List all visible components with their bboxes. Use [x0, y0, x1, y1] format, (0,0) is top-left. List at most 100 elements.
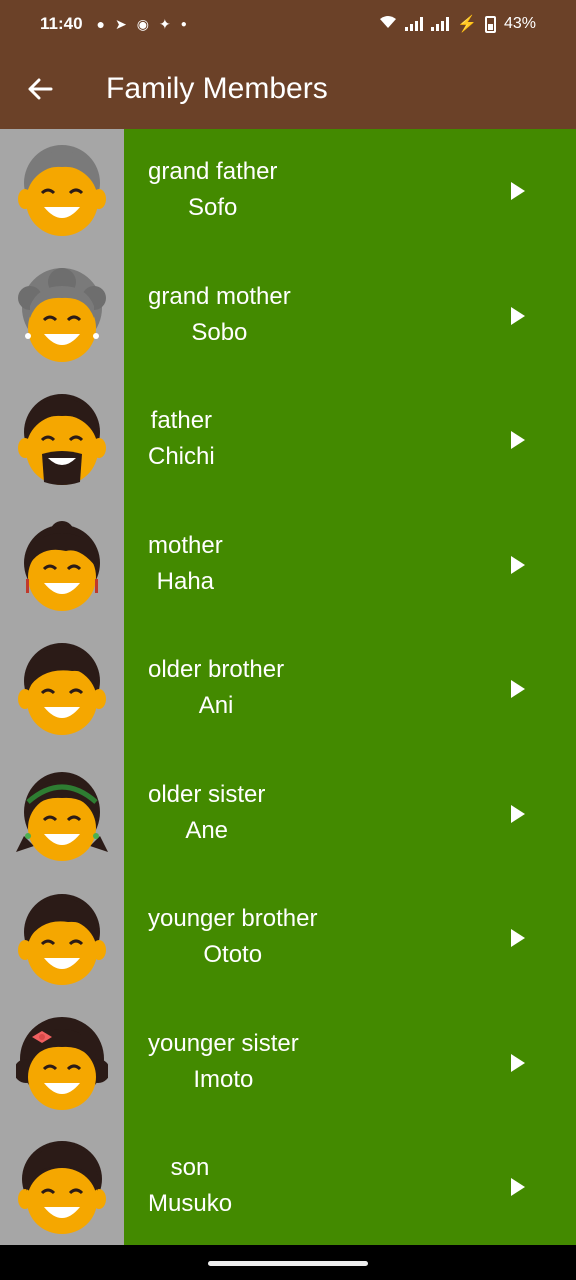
member-row-grand-father[interactable]: grand father Sofo — [0, 129, 576, 254]
member-word: Ototo — [203, 941, 263, 968]
member-text-cell: younger sister Imoto — [124, 1000, 576, 1125]
member-row-younger-sister[interactable]: younger sister Imoto — [0, 1000, 576, 1125]
mother-avatar-icon — [24, 520, 100, 611]
avatar-cell — [0, 1125, 124, 1245]
grandmother-avatar-icon — [18, 267, 106, 362]
member-text-cell: mother Haha — [124, 502, 576, 627]
app-bar: Family Members — [0, 48, 576, 129]
member-word: Chichi — [148, 443, 215, 470]
play-icon — [511, 680, 525, 699]
member-text-cell: father Chichi — [124, 378, 576, 503]
member-row-mother[interactable]: mother Haha — [0, 502, 576, 627]
member-label: younger brother — [148, 905, 318, 932]
avatar-cell — [0, 751, 124, 876]
member-label: younger sister — [148, 1029, 299, 1057]
older-brother-avatar-icon — [18, 643, 106, 736]
member-row-younger-brother[interactable]: younger brother Ototo — [0, 876, 576, 1001]
member-label: grand father — [148, 158, 278, 185]
member-label: mother — [148, 531, 223, 559]
avatar-cell — [0, 253, 124, 378]
notification-icons: ● ➤ ◉ ✦ ● — [97, 16, 187, 33]
member-row-father[interactable]: father Chichi — [0, 378, 576, 503]
play-button[interactable] — [500, 796, 536, 832]
play-icon — [511, 306, 525, 325]
back-button[interactable] — [0, 48, 80, 129]
signal-icon — [405, 17, 424, 31]
member-row-grand-mother[interactable]: grand mother Sobo — [0, 253, 576, 378]
member-word: Musuko — [148, 1190, 233, 1217]
play-button[interactable] — [500, 298, 536, 334]
member-label: grand mother — [148, 282, 291, 310]
member-label: father — [150, 407, 213, 434]
member-row-older-brother[interactable]: older brother Ani — [0, 627, 576, 752]
play-icon — [511, 1178, 525, 1197]
member-text-cell: grand mother Sobo — [124, 253, 576, 378]
status-right: ⚡ 43% — [379, 14, 536, 34]
member-text-block: son Musuko — [148, 1151, 232, 1223]
play-icon — [511, 929, 525, 948]
member-text-cell: grand father Sofo — [124, 129, 576, 254]
avatar-cell — [0, 1000, 124, 1125]
member-text-cell: son Musuko — [124, 1125, 576, 1245]
member-text-block: younger brother Ototo — [148, 902, 317, 974]
play-icon — [511, 182, 525, 201]
member-text-cell: younger brother Ototo — [124, 876, 576, 1001]
father-avatar-icon — [18, 394, 106, 486]
charging-icon: ⚡ — [457, 16, 477, 33]
status-bar: 11:40 ● ➤ ◉ ✦ ● ⚡ 43% — [0, 0, 576, 48]
member-word: Imoto — [193, 1065, 254, 1093]
play-button[interactable] — [500, 547, 536, 583]
member-text-cell: older brother Ani — [124, 627, 576, 752]
play-icon — [511, 555, 525, 574]
member-text-block: grand mother Sobo — [148, 280, 291, 352]
telegram-icon: ➤ — [115, 15, 127, 32]
member-text-block: grand father Sofo — [148, 155, 277, 227]
grandfather-avatar-icon — [18, 145, 106, 237]
play-button[interactable] — [500, 1169, 536, 1205]
member-text-block: older sister Ane — [148, 778, 265, 850]
gamepad-icon: ✦ — [158, 15, 171, 32]
status-time: 11:40 — [40, 14, 83, 33]
avatar-cell — [0, 876, 124, 1001]
signal-icon-2 — [431, 17, 450, 31]
wifi-icon — [379, 15, 397, 34]
member-word: Ani — [198, 692, 234, 719]
member-row-son[interactable]: son Musuko — [0, 1125, 576, 1245]
play-button[interactable] — [500, 422, 536, 458]
member-text-block: older brother Ani — [148, 653, 284, 725]
chat-icon: ● — [96, 16, 106, 32]
younger-brother-avatar-icon — [18, 894, 106, 986]
member-text-block: mother Haha — [148, 529, 223, 601]
play-button[interactable] — [500, 1045, 536, 1081]
member-row-older-sister[interactable]: older sister Ane — [0, 751, 576, 876]
younger-sister-avatar-icon — [16, 1016, 108, 1110]
play-button[interactable] — [500, 173, 536, 209]
member-word: Sofo — [188, 194, 238, 221]
play-icon — [511, 804, 525, 823]
avatar-cell — [0, 129, 124, 254]
discord-icon: ◉ — [136, 15, 149, 32]
member-text-block: younger sister Imoto — [148, 1027, 299, 1099]
play-button[interactable] — [500, 671, 536, 707]
member-word: Ane — [185, 816, 229, 844]
avatar-cell — [0, 378, 124, 503]
dot-icon: ● — [180, 18, 187, 30]
navigation-bar — [0, 1245, 576, 1280]
older-sister-avatar-icon — [16, 771, 108, 861]
member-label: older sister — [148, 780, 266, 808]
family-member-list: grand father Sofo grand mother Sobo fath… — [0, 129, 576, 1245]
arrow-left-icon — [28, 78, 53, 99]
member-word: Haha — [156, 567, 215, 595]
battery-level: 43% — [503, 15, 536, 32]
play-button[interactable] — [500, 920, 536, 956]
member-label: son — [170, 1154, 210, 1181]
son-avatar-icon — [18, 1141, 106, 1235]
member-label: older brother — [148, 656, 285, 683]
avatar-cell — [0, 502, 124, 627]
member-text-cell: older sister Ane — [124, 751, 576, 876]
home-indicator[interactable] — [208, 1261, 368, 1266]
avatar-cell — [0, 627, 124, 752]
play-icon — [511, 1053, 525, 1072]
play-icon — [511, 431, 525, 450]
member-text-block: father Chichi — [148, 404, 215, 476]
